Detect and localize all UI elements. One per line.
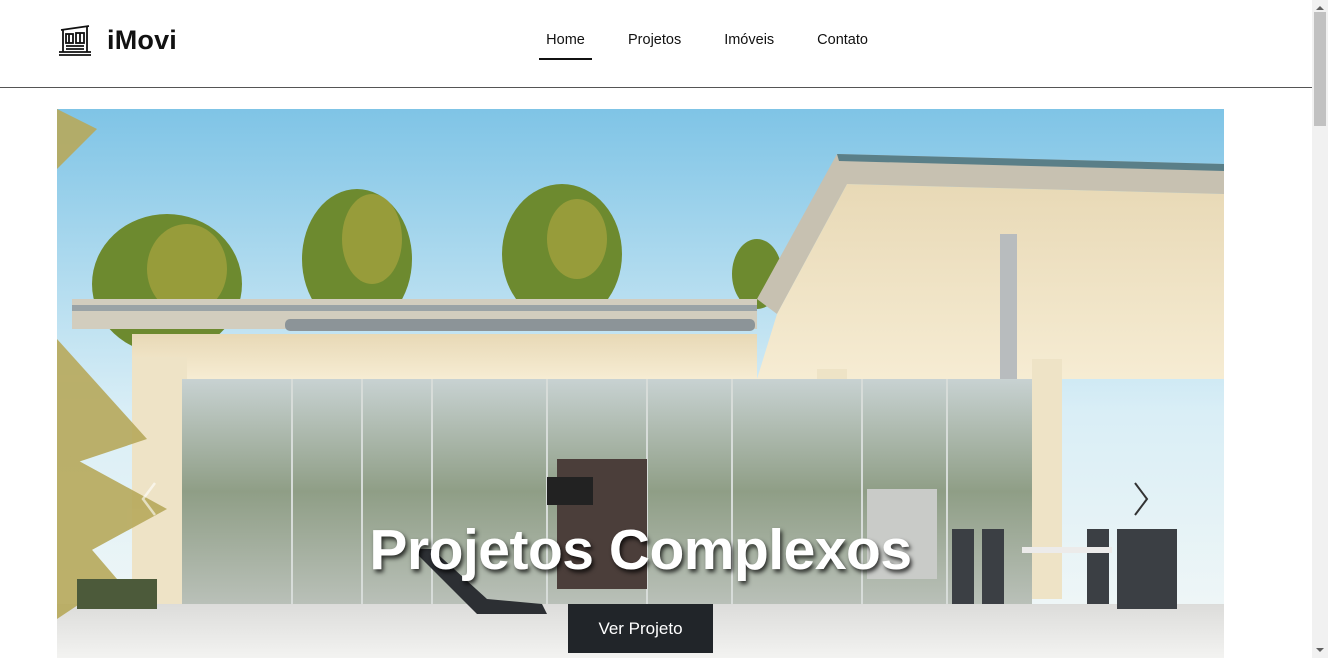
ver-projeto-button[interactable]: Ver Projeto (568, 604, 713, 653)
chevron-left-icon[interactable] (137, 479, 161, 519)
site-header: iMovi Home Projetos Imóveis Contato (0, 0, 1312, 88)
building-icon (59, 25, 91, 56)
chevron-right-icon[interactable] (1129, 479, 1153, 519)
nav-item-imoveis[interactable]: Imóveis (724, 0, 774, 60)
nav-item-projetos[interactable]: Projetos (628, 0, 681, 60)
nav-item-home[interactable]: Home (539, 0, 592, 60)
nav-item-contato[interactable]: Contato (817, 0, 868, 60)
vertical-scrollbar[interactable] (1312, 0, 1328, 658)
hero-carousel: Projetos Complexos Ver Projeto (57, 109, 1224, 658)
scroll-down-icon[interactable] (1312, 642, 1328, 658)
brand-name[interactable]: iMovi (107, 25, 177, 56)
brand[interactable]: iMovi (57, 24, 177, 56)
hero-title: Projetos Complexos (369, 518, 912, 582)
main-nav: Home Projetos Imóveis Contato (539, 0, 868, 88)
scrollbar-thumb[interactable] (1314, 12, 1326, 126)
